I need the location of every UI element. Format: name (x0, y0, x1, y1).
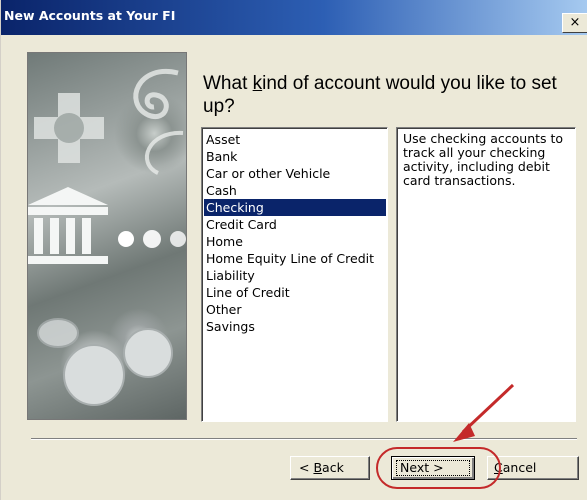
account-type-item[interactable]: Asset (204, 131, 387, 148)
window-title: New Accounts at Your FI (4, 8, 176, 23)
account-description-box: Use checking accounts to track all your … (396, 127, 576, 422)
account-type-question: What kind of account would you like to s… (203, 72, 573, 118)
button-divider (31, 438, 577, 440)
account-type-item[interactable]: Bank (204, 148, 387, 165)
account-type-item[interactable]: Cash (204, 182, 387, 199)
title-bar: New Accounts at Your FI × (1, 0, 587, 35)
new-accounts-dialog: New Accounts at Your FI × What kind of a… (0, 0, 587, 500)
account-description-text: Use checking accounts to track all your … (403, 131, 564, 188)
account-type-item[interactable]: Line of Credit (204, 284, 387, 301)
question-accelerator-key: k (252, 73, 263, 94)
account-type-item[interactable]: Credit Card (204, 216, 387, 233)
bank-building-icon (28, 187, 108, 264)
close-button[interactable]: × (562, 13, 587, 33)
account-type-item[interactable]: Checking (204, 199, 386, 216)
back-button-accelerator: B (313, 460, 323, 475)
account-type-listbox[interactable]: Asset Bank Car or other Vehicle Cash Checkin… (201, 127, 388, 422)
question-text-start: What (203, 73, 253, 94)
finance-collage-illustration (28, 68, 186, 406)
scroll-volute-shape (133, 68, 184, 175)
close-icon: × (569, 15, 581, 30)
cancel-button-label: ancel (502, 460, 537, 475)
account-type-item[interactable]: Liability (204, 267, 387, 284)
account-type-item[interactable]: Home (204, 233, 387, 250)
back-button-label: ack (322, 460, 344, 475)
account-type-item[interactable]: Home Equity Line of Credit (204, 250, 387, 267)
annotation-highlight-oval (376, 447, 501, 489)
account-type-item[interactable]: Savings (204, 318, 387, 335)
dots-decoration (118, 230, 186, 248)
account-type-item[interactable]: Car or other Vehicle (204, 165, 387, 182)
coins-shape (37, 318, 173, 406)
decorative-side-image (27, 52, 187, 420)
cross-shape (34, 93, 104, 163)
back-button[interactable]: < Back (290, 456, 370, 480)
back-button-prefix: < (299, 460, 314, 475)
account-type-item[interactable]: Other (204, 301, 387, 318)
